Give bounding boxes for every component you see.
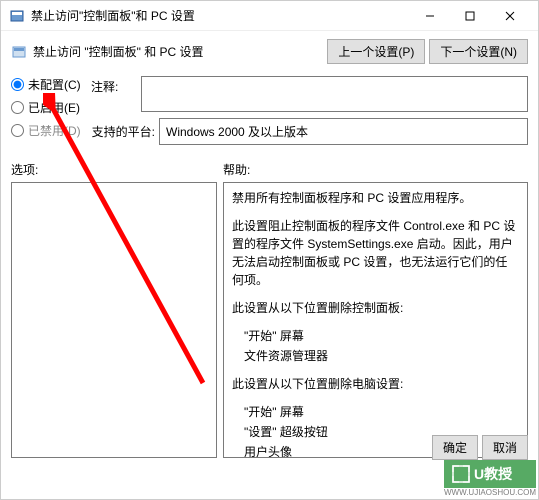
- minimize-button[interactable]: [410, 2, 450, 30]
- prev-setting-button[interactable]: 上一个设置(P): [327, 39, 425, 64]
- help-text: 此设置从以下位置删除电脑设置:: [232, 375, 519, 393]
- comment-textarea[interactable]: [141, 76, 528, 112]
- help-panel: 禁用所有控制面板程序和 PC 设置应用程序。 此设置阻止控制面板的程序文件 Co…: [223, 182, 528, 458]
- help-text: 此设置阻止控制面板的程序文件 Control.exe 和 PC 设置的程序文件 …: [232, 217, 519, 289]
- watermark: U教授 WWW.UJIAOSHOU.COM: [444, 460, 536, 497]
- platform-label: 支持的平台:: [91, 123, 159, 140]
- comment-label: 注释:: [91, 76, 141, 95]
- help-label: 帮助:: [223, 161, 528, 178]
- platform-value: Windows 2000 及以上版本: [159, 118, 528, 145]
- radio-not-configured-label: 未配置(C): [28, 76, 81, 93]
- radio-not-configured-input[interactable]: [11, 78, 24, 91]
- watermark-brand: U教授: [474, 464, 512, 484]
- ok-button[interactable]: 确定: [432, 435, 478, 460]
- close-button[interactable]: [490, 2, 530, 30]
- watermark-icon: [452, 465, 470, 483]
- help-text: "开始" 屏幕: [232, 327, 519, 345]
- radio-enabled-input[interactable]: [11, 101, 24, 114]
- radio-disabled-input[interactable]: [11, 124, 24, 137]
- radio-enabled[interactable]: 已启用(E): [11, 99, 83, 116]
- help-text: 禁用所有控制面板程序和 PC 设置应用程序。: [232, 189, 519, 207]
- titlebar: 禁止访问"控制面板"和 PC 设置: [1, 1, 538, 31]
- options-label: 选项:: [11, 161, 217, 178]
- help-text: 文件资源管理器: [232, 347, 519, 365]
- radio-disabled[interactable]: 已禁用(D): [11, 122, 83, 139]
- options-panel: [11, 182, 217, 458]
- radio-disabled-label: 已禁用(D): [28, 122, 81, 139]
- policy-title: 禁止访问 "控制面板" 和 PC 设置: [33, 43, 327, 60]
- window-title: 禁止访问"控制面板"和 PC 设置: [31, 7, 410, 24]
- policy-icon: [11, 44, 27, 60]
- help-text: 此设置从以下位置删除控制面板:: [232, 299, 519, 317]
- help-text: "开始" 屏幕: [232, 403, 519, 421]
- app-icon: [9, 8, 25, 24]
- radio-not-configured[interactable]: 未配置(C): [11, 76, 83, 93]
- next-setting-button[interactable]: 下一个设置(N): [429, 39, 528, 64]
- maximize-button[interactable]: [450, 2, 490, 30]
- cancel-button[interactable]: 取消: [482, 435, 528, 460]
- watermark-url: WWW.UJIAOSHOU.COM: [444, 488, 536, 497]
- radio-enabled-label: 已启用(E): [28, 99, 80, 116]
